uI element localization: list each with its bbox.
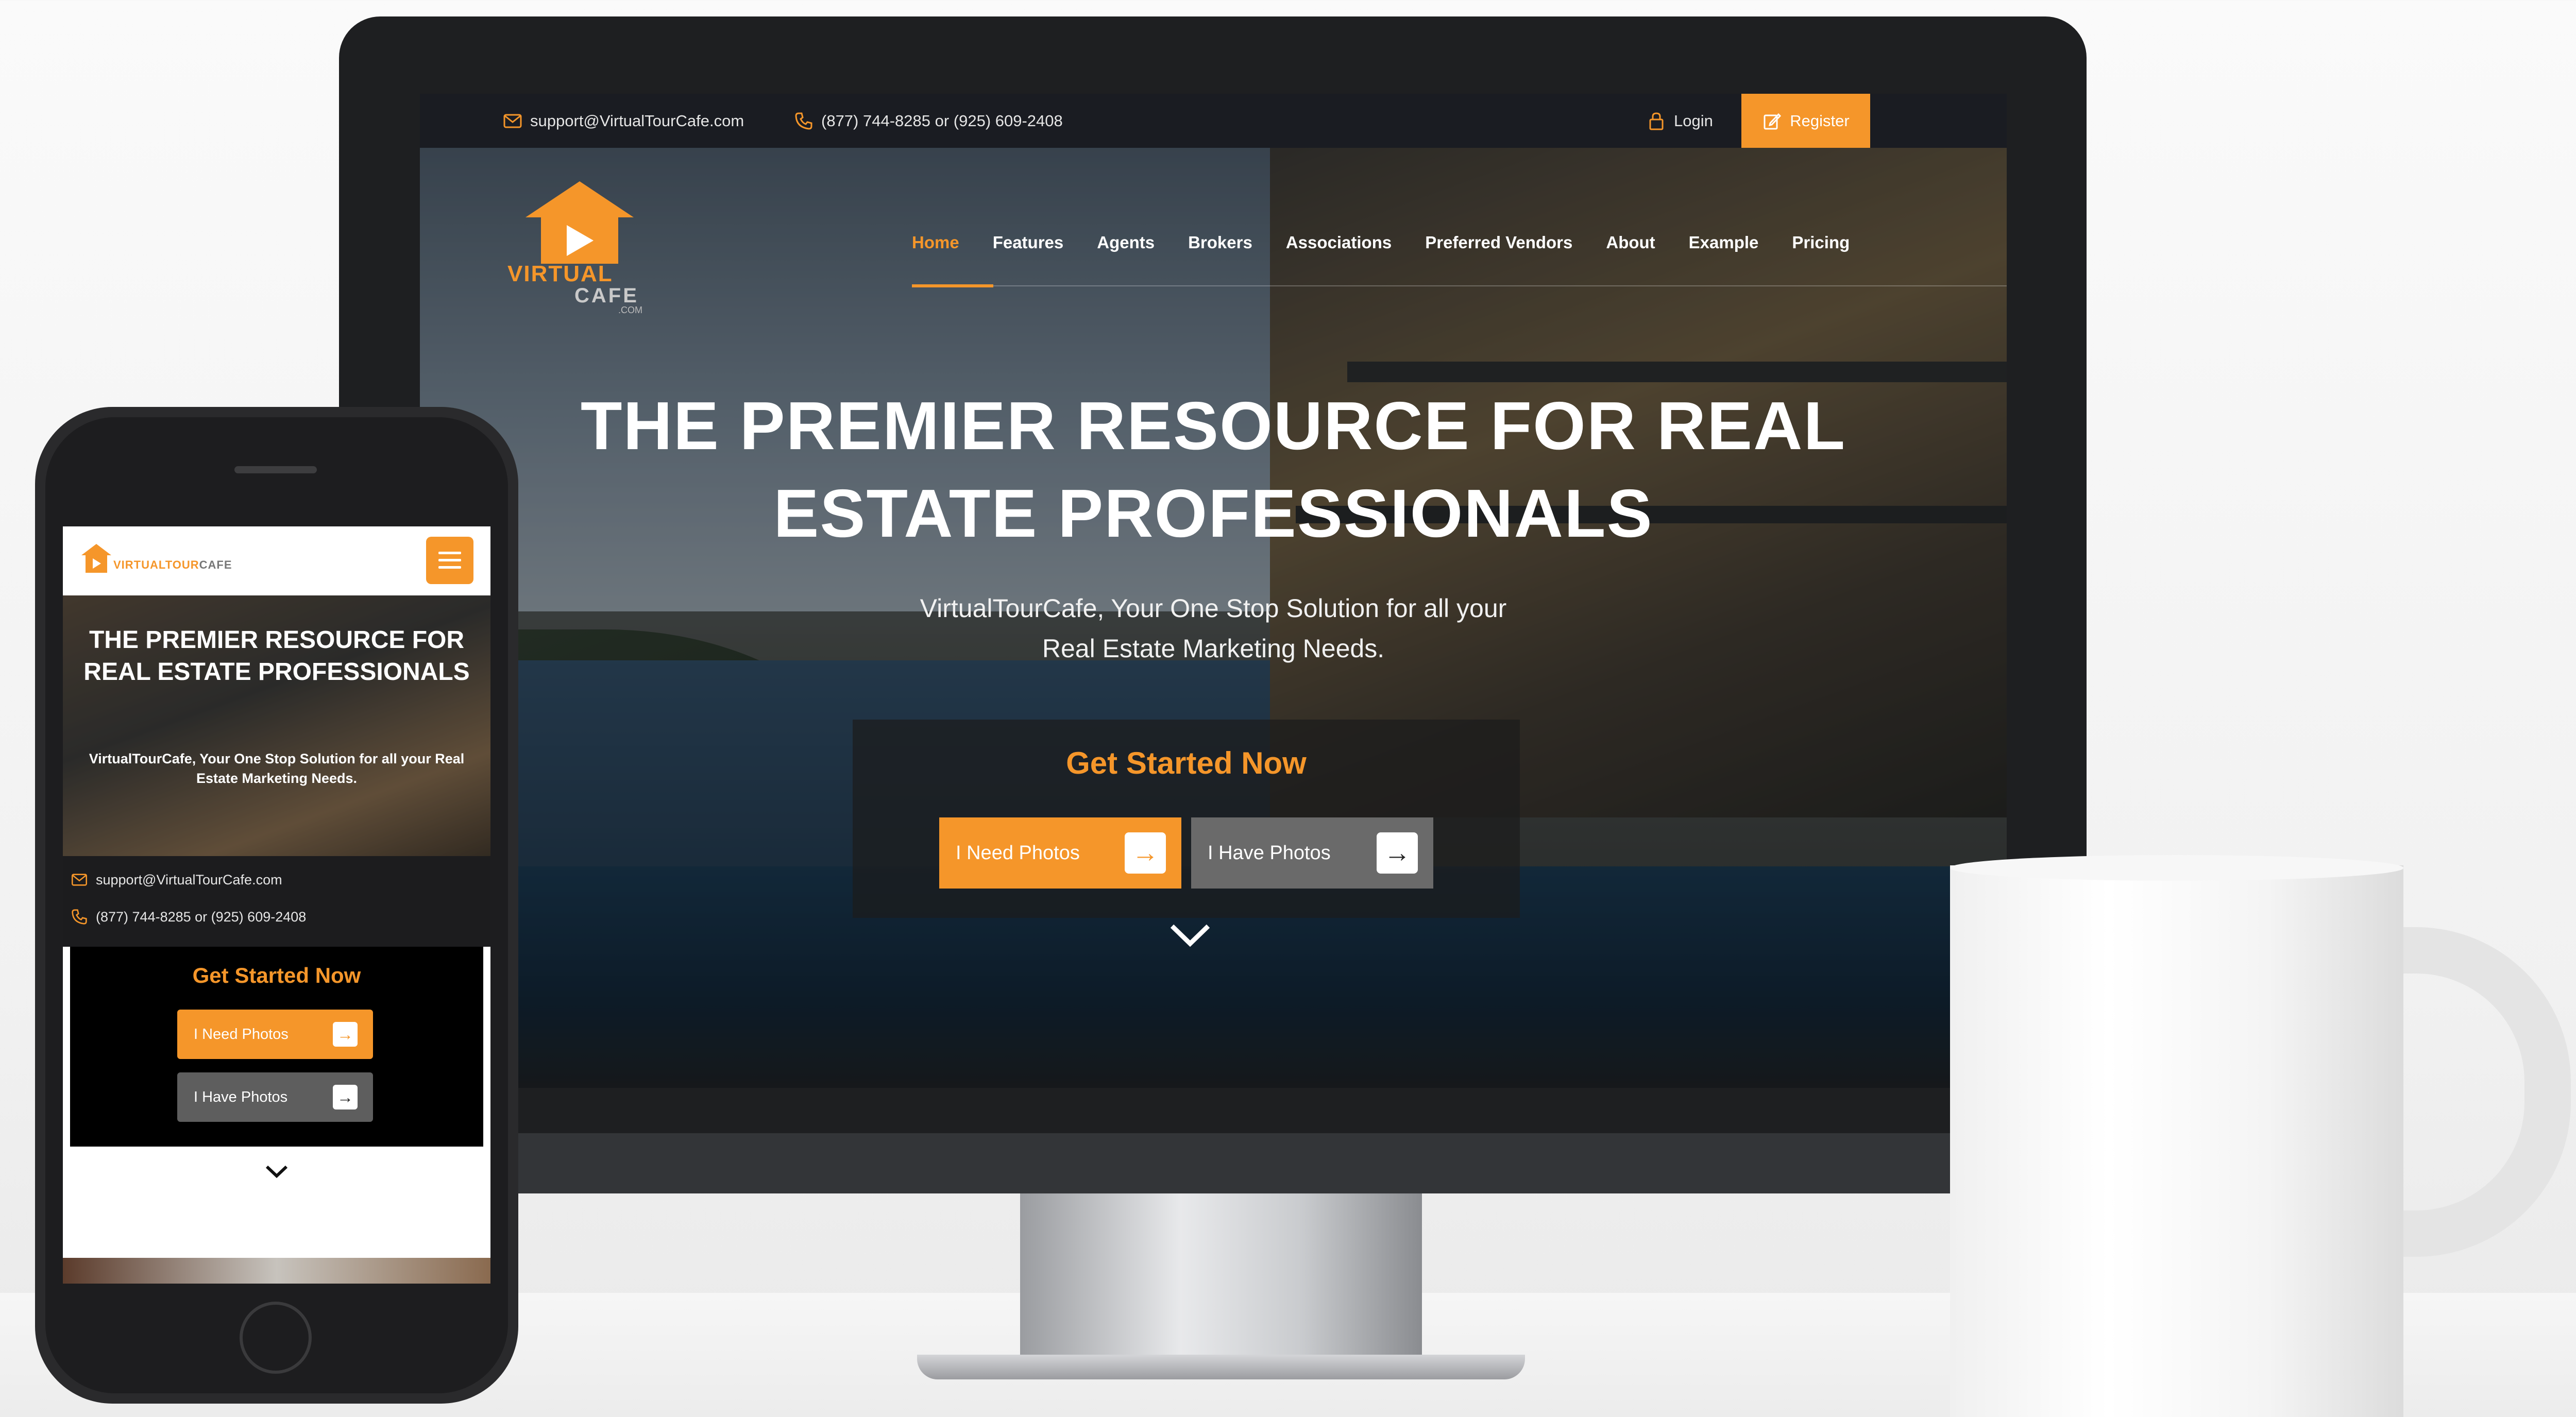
edit-icon bbox=[1762, 111, 1783, 131]
hero-subtitle: VirtualTourCafe, Your One Stop Solution … bbox=[729, 588, 1698, 669]
mobile-i-need-photos-label: I Need Photos bbox=[194, 1026, 289, 1043]
arrow-right-icon: → bbox=[1125, 832, 1166, 874]
mobile-contact-bar bbox=[63, 856, 490, 947]
phone-home-button[interactable] bbox=[240, 1302, 312, 1374]
mobile-scroll-down-chevron-icon[interactable] bbox=[259, 1160, 295, 1186]
nav-associations[interactable]: Associations bbox=[1286, 233, 1392, 252]
arrow-right-icon: → bbox=[1377, 832, 1418, 874]
mobile-phone[interactable]: (877) 744-8285 or (925) 609-2408 bbox=[70, 908, 306, 926]
arrow-right-icon: → bbox=[333, 1085, 358, 1109]
nav-preferred-vendors[interactable]: Preferred Vendors bbox=[1425, 233, 1572, 252]
nav-brokers[interactable]: Brokers bbox=[1188, 233, 1252, 252]
login-link[interactable]: Login bbox=[1646, 94, 1713, 148]
nav-agents[interactable]: Agents bbox=[1097, 233, 1155, 252]
nav-features[interactable]: Features bbox=[993, 233, 1064, 252]
register-label: Register bbox=[1790, 111, 1850, 130]
logo-text-com: .COM bbox=[618, 305, 642, 315]
hero-title-line-2: ESTATE PROFESSIONALS bbox=[773, 475, 1653, 551]
hamburger-icon[interactable] bbox=[426, 537, 473, 584]
scroll-down-chevron-icon[interactable] bbox=[1167, 918, 1213, 964]
mug-rim bbox=[1950, 855, 2403, 881]
monitor-stand-base bbox=[917, 1355, 1525, 1379]
phone-speaker bbox=[234, 466, 317, 473]
hero-title-line-1: THE PREMIER RESOURCE FOR REAL bbox=[580, 388, 1846, 464]
topbar-phone[interactable]: (877) 744-8285 or (925) 609-2408 bbox=[793, 94, 1063, 148]
i-have-photos-button[interactable]: I Have Photos → bbox=[1191, 817, 1433, 889]
topbar-email[interactable]: support@VirtualTourCafe.com bbox=[502, 94, 744, 148]
mobile-i-have-photos-label: I Have Photos bbox=[194, 1088, 288, 1105]
nav-example[interactable]: Example bbox=[1689, 233, 1759, 252]
mobile-logo-text-main: VIRTUALTOUR bbox=[113, 558, 199, 571]
mobile-i-have-photos-button[interactable]: I Have Photos → bbox=[177, 1072, 373, 1122]
i-need-photos-label: I Need Photos bbox=[956, 842, 1080, 864]
nav-active-indicator bbox=[912, 284, 993, 287]
phone-icon bbox=[793, 111, 814, 131]
mobile-phone-text: (877) 744-8285 or (925) 609-2408 bbox=[96, 909, 307, 925]
get-started-title: Get Started Now bbox=[1066, 746, 1307, 780]
mobile-email-text: support@VirtualTourCafe.com bbox=[96, 872, 282, 887]
hero-title: THE PREMIER RESOURCE FOR REAL ESTATE PRO… bbox=[523, 382, 1904, 557]
top-contact-bar: support@VirtualTourCafe.com (877) 744-82… bbox=[420, 94, 2007, 148]
mobile-website: VIRTUALTOURCAFE THE PREMIER RESOURCE FOR… bbox=[63, 526, 490, 1284]
logo-text-virtual: VIRTUAL bbox=[507, 261, 613, 286]
i-have-photos-label: I Have Photos bbox=[1208, 842, 1331, 864]
monitor-chin bbox=[339, 1133, 2087, 1193]
login-label: Login bbox=[1674, 111, 1713, 130]
topbar-email-text: support@VirtualTourCafe.com bbox=[530, 111, 744, 130]
phone-icon bbox=[70, 908, 89, 926]
hero-subtitle-line-2: Real Estate Marketing Needs. bbox=[1042, 634, 1385, 663]
mobile-next-section-image bbox=[63, 1258, 490, 1284]
main-navigation: Home Features Agents Brokers Association… bbox=[912, 233, 1883, 252]
mobile-email[interactable]: support@VirtualTourCafe.com bbox=[70, 870, 282, 889]
mobile-logo-icon[interactable] bbox=[78, 542, 114, 578]
topbar-phone-text: (877) 744-8285 or (925) 609-2408 bbox=[821, 111, 1063, 130]
mobile-logo-text: VIRTUALTOURCAFE bbox=[113, 558, 232, 572]
arrow-right-icon: → bbox=[333, 1022, 358, 1047]
nav-about[interactable]: About bbox=[1606, 233, 1655, 252]
coffee-mug bbox=[1950, 865, 2403, 1417]
hero-subtitle-line-1: VirtualTourCafe, Your One Stop Solution … bbox=[920, 594, 1507, 623]
envelope-icon bbox=[70, 870, 89, 889]
lock-icon bbox=[1646, 111, 1667, 131]
nav-divider bbox=[912, 285, 2007, 286]
mobile-i-need-photos-button[interactable]: I Need Photos → bbox=[177, 1010, 373, 1059]
nav-pricing[interactable]: Pricing bbox=[1792, 233, 1850, 252]
register-button[interactable]: Register bbox=[1741, 94, 1870, 148]
mobile-logo-text-accent: CAFE bbox=[199, 558, 232, 571]
mobile-get-started-title: Get Started Now bbox=[192, 963, 361, 987]
monitor-stand bbox=[1020, 1193, 1422, 1363]
mobile-hero-title: THE PREMIER RESOURCE FOR REAL ESTATE PRO… bbox=[83, 626, 470, 686]
mobile-hero-subtitle: VirtualTourCafe, Your One Stop Solution … bbox=[89, 751, 465, 786]
i-need-photos-button[interactable]: I Need Photos → bbox=[939, 817, 1181, 889]
nav-home[interactable]: Home bbox=[912, 233, 959, 252]
desktop-website: support@VirtualTourCafe.com (877) 744-82… bbox=[420, 94, 2007, 1088]
envelope-icon bbox=[502, 111, 523, 131]
logo-text-cafe: CAFE bbox=[574, 284, 639, 307]
